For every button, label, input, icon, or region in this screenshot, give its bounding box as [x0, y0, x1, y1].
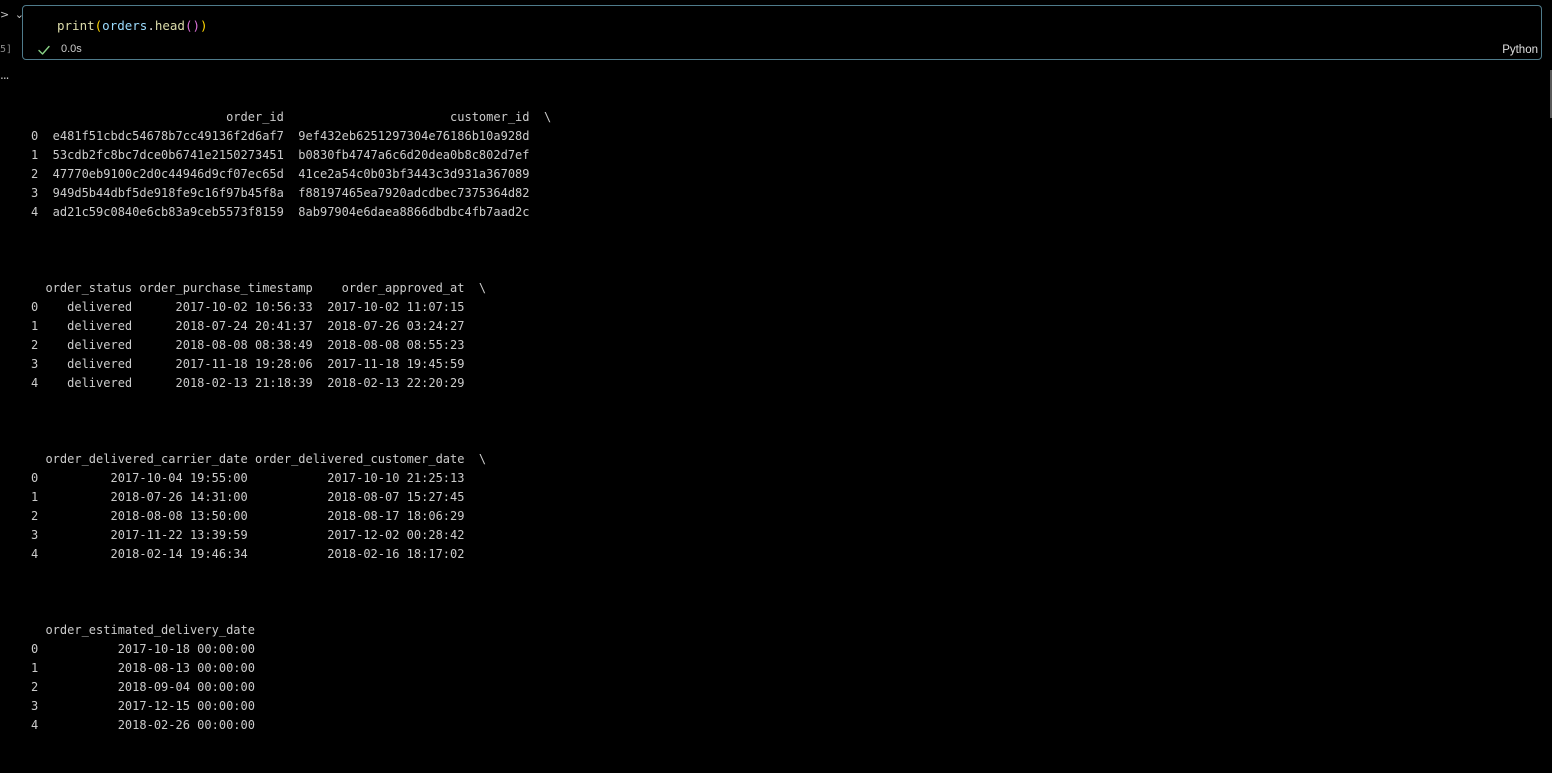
- execution-status: 0.0s: [37, 42, 82, 56]
- execution-duration: 0.0s: [61, 43, 82, 55]
- cell-output: order_id customer_id \ 0 e481f51cbdc5467…: [31, 70, 551, 773]
- code-token-dot: .: [147, 18, 155, 33]
- output-block-estimated: order_estimated_delivery_date 0 2017-10-…: [31, 623, 255, 732]
- output-menu-icon[interactable]: ...: [0, 68, 10, 82]
- code-token-variable: orders: [102, 18, 148, 33]
- output-block-delivery: order_delivered_carrier_date order_deliv…: [31, 452, 487, 561]
- code-token-method: head: [154, 18, 185, 33]
- code-token-paren: ): [192, 18, 201, 33]
- code-cell[interactable]: print(orders.head()) 0.0s Python: [22, 5, 1542, 60]
- kernel-language-label[interactable]: Python: [1502, 44, 1538, 56]
- code-token-function: print: [57, 18, 95, 33]
- code-token-paren: ): [200, 18, 208, 33]
- code-token-paren: (: [184, 18, 193, 33]
- code-editor[interactable]: print(orders.head()): [57, 18, 208, 33]
- output-block-ids: order_id customer_id \ 0 e481f51cbdc5467…: [31, 110, 552, 219]
- output-block-status: order_status order_purchase_timestamp or…: [31, 281, 487, 390]
- check-icon: [37, 42, 51, 56]
- execution-count: 5]: [0, 44, 13, 55]
